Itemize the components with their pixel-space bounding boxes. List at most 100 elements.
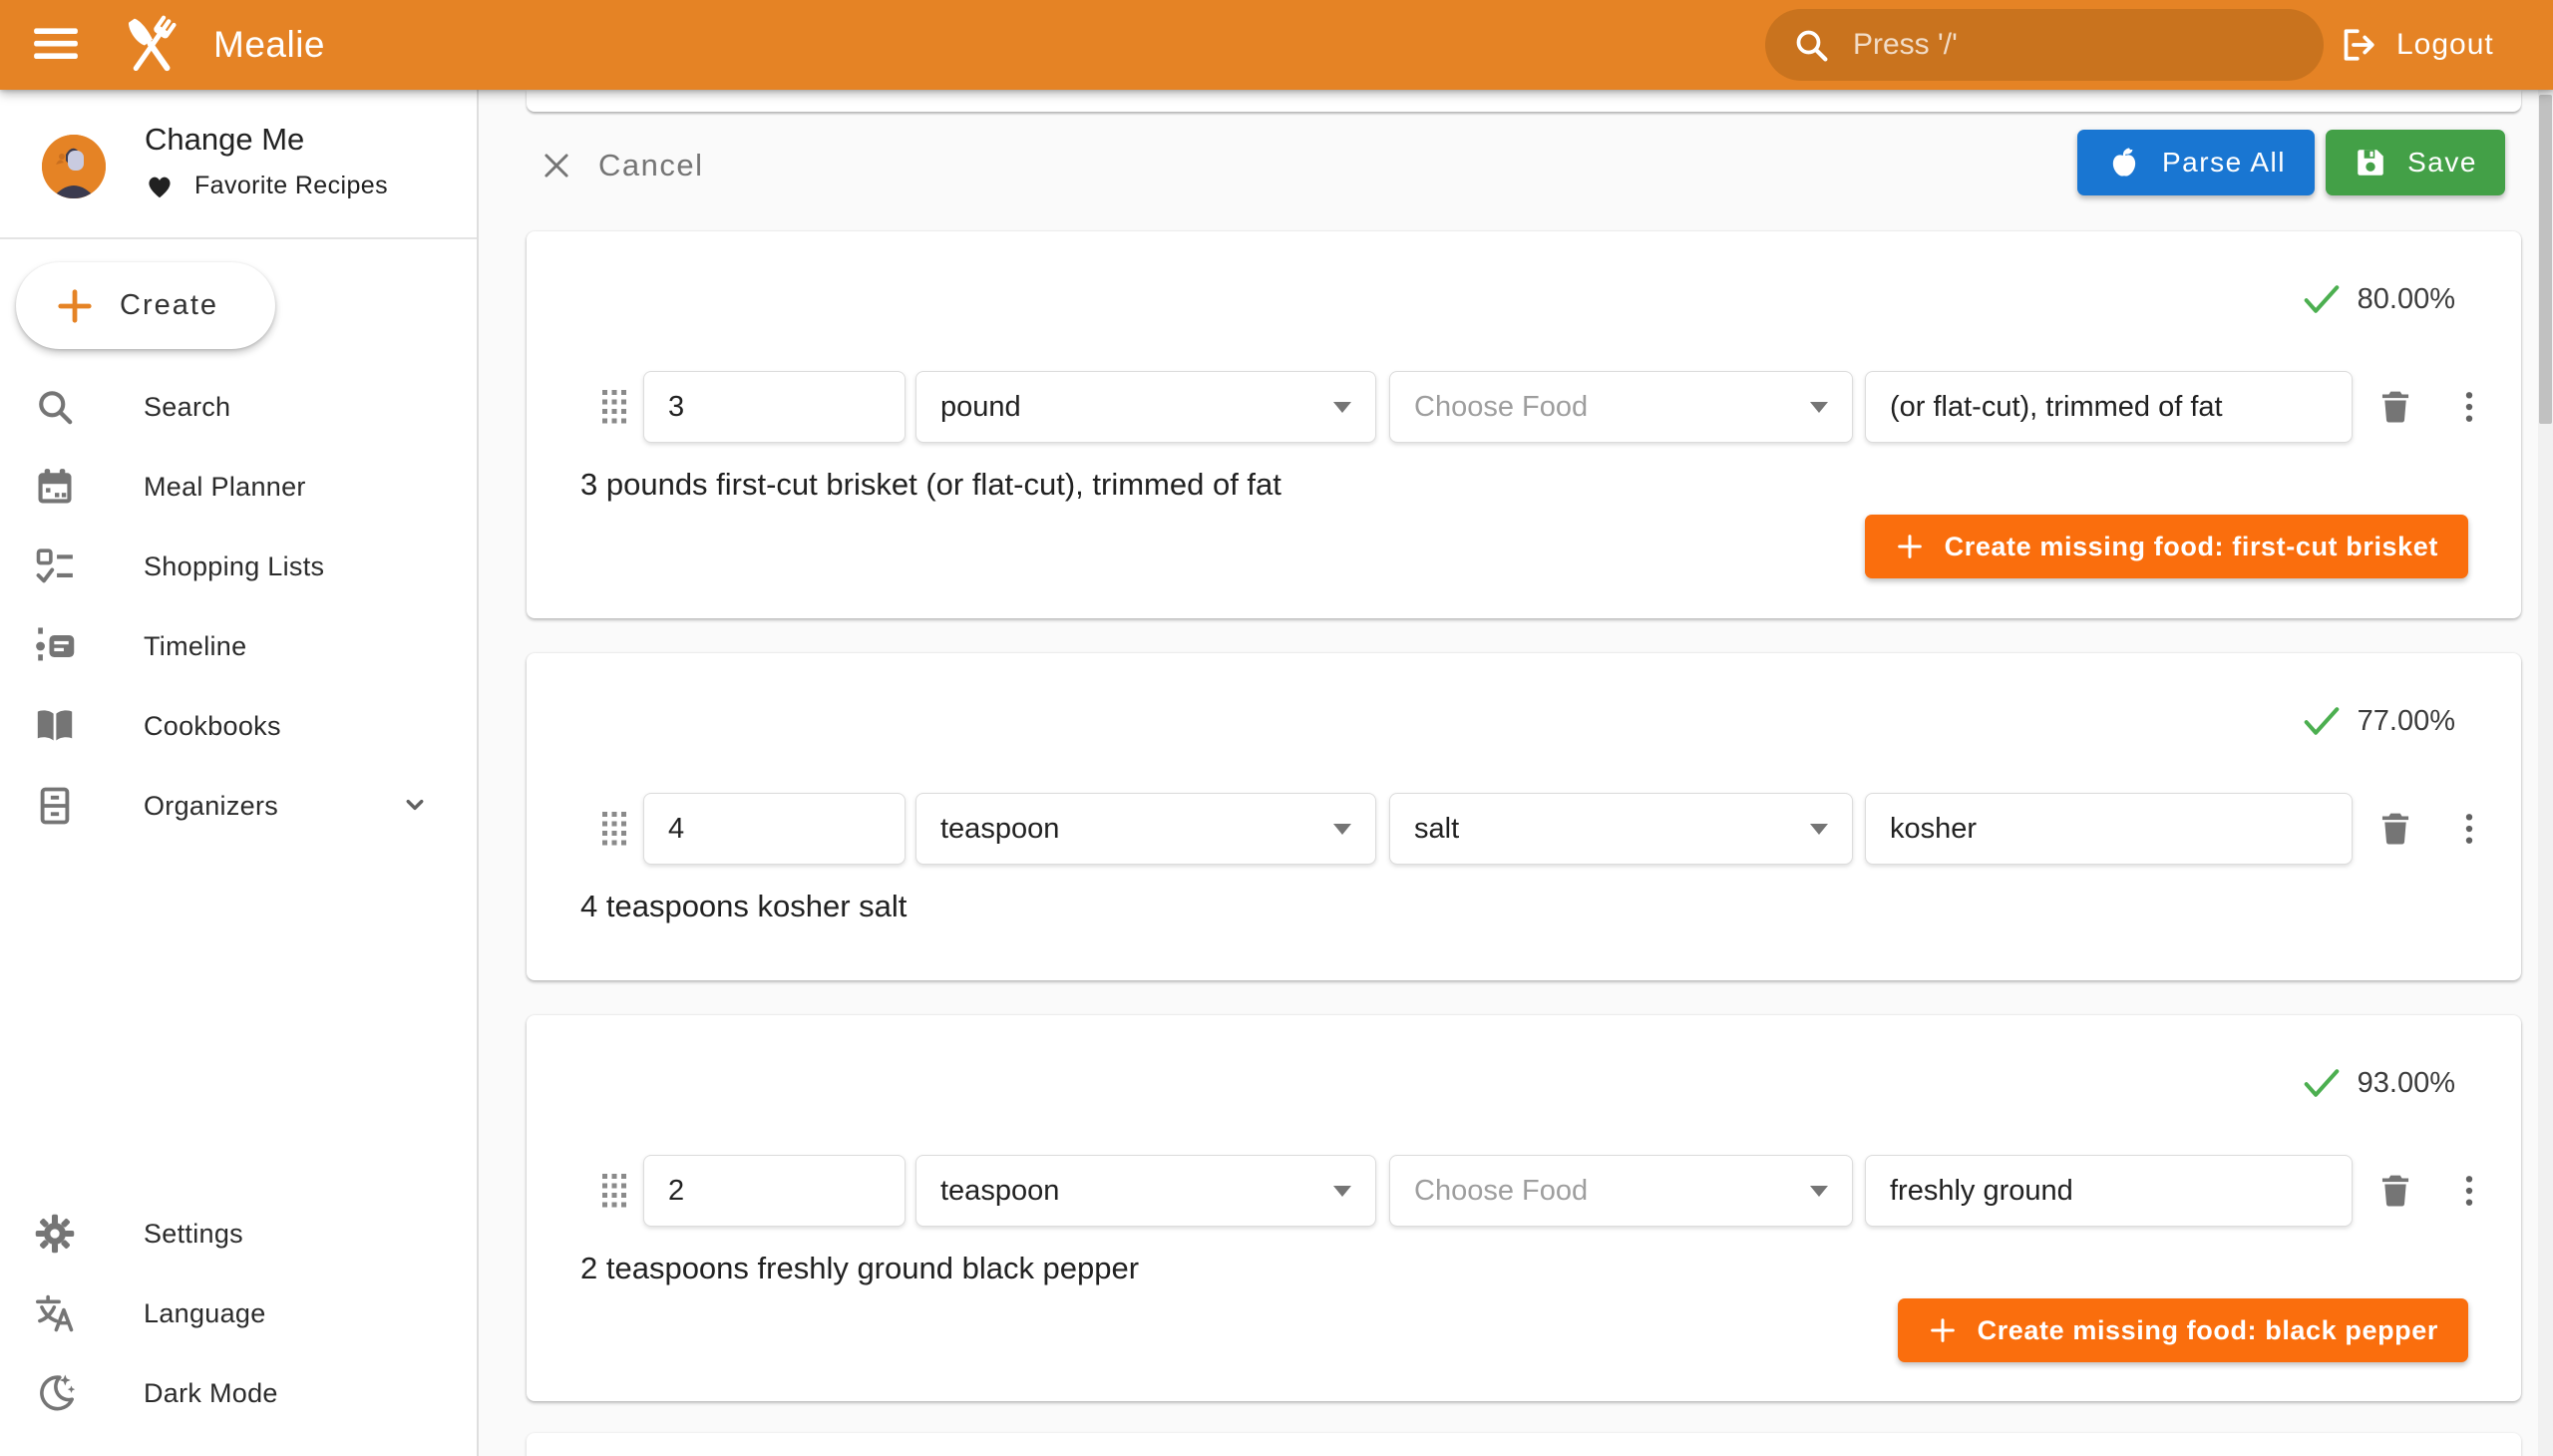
global-search[interactable] — [1765, 9, 2324, 81]
save-label: Save — [2407, 147, 2477, 179]
mealie-logo-icon — [112, 6, 191, 86]
food-placeholder: Choose Food — [1414, 1175, 1588, 1208]
ingredient-menu-button[interactable] — [2449, 371, 2489, 443]
original-ingredient-text: 4 teaspoons kosher salt — [580, 889, 907, 924]
sidebar-item-cookbooks[interactable]: Cookbooks — [0, 686, 477, 766]
ingredient-menu-button[interactable] — [2449, 1155, 2489, 1227]
sidebar-item-organizers[interactable]: Organizers — [0, 766, 477, 846]
create-missing-food-button[interactable]: Create missing food: first-cut brisket — [1865, 515, 2468, 578]
logout-icon — [2339, 25, 2378, 65]
moon-icon — [32, 1370, 78, 1416]
parse-all-button[interactable]: Parse All — [2077, 130, 2315, 195]
original-ingredient-text: 3 pounds first-cut brisket (or flat-cut)… — [580, 467, 1281, 503]
drag-handle[interactable] — [592, 793, 636, 865]
quantity-input[interactable] — [668, 391, 881, 424]
trash-icon — [2376, 1172, 2414, 1210]
drag-handle[interactable] — [592, 1155, 636, 1227]
save-button[interactable]: Save — [2326, 130, 2505, 195]
confidence-row: 80.00% — [2302, 281, 2455, 317]
note-field[interactable] — [1865, 793, 2353, 865]
close-icon — [539, 148, 574, 183]
sidebar-item-dark-mode[interactable]: Dark Mode — [0, 1353, 477, 1433]
quantity-field[interactable] — [643, 371, 906, 443]
unit-value: teaspoon — [940, 1175, 1059, 1208]
logout-button[interactable]: Logout — [2339, 15, 2494, 75]
global-search-input[interactable] — [1853, 28, 2272, 62]
confidence-value: 77.00% — [2358, 705, 2455, 738]
note-input[interactable] — [1890, 813, 2328, 846]
quantity-field[interactable] — [643, 1155, 906, 1227]
confidence-value: 80.00% — [2358, 283, 2455, 316]
save-icon — [2354, 146, 2387, 180]
food-select[interactable]: Choose Food — [1389, 1155, 1853, 1227]
sidebar-item-search[interactable]: Search — [0, 367, 477, 447]
drag-handle[interactable] — [592, 371, 636, 443]
sidebar-item-shopping-lists[interactable]: Shopping Lists — [0, 527, 477, 606]
sidebar-item-label: Language — [144, 1298, 266, 1329]
note-field[interactable] — [1865, 371, 2353, 443]
drag-dots-icon — [599, 388, 629, 426]
delete-ingredient-button[interactable] — [2373, 793, 2417, 865]
main-content: Cancel Parse All Save 80.00% — [479, 90, 2553, 1456]
create-label: Create — [120, 289, 218, 322]
logout-label: Logout — [2396, 28, 2494, 62]
calendar-icon — [32, 464, 78, 510]
sidebar-item-label: Meal Planner — [144, 472, 306, 503]
create-missing-food-button[interactable]: Create missing food: black pepper — [1898, 1298, 2468, 1362]
note-input[interactable] — [1890, 1175, 2328, 1208]
translate-icon — [32, 1290, 78, 1336]
food-select[interactable]: Choose Food — [1389, 371, 1853, 443]
partial-card-above — [527, 90, 2521, 112]
page-scrollbar[interactable] — [2538, 90, 2553, 1456]
cancel-label: Cancel — [598, 148, 704, 183]
scrollbar-thumb[interactable] — [2539, 95, 2552, 424]
kebab-icon — [2452, 387, 2486, 427]
note-input[interactable] — [1890, 391, 2328, 424]
create-button[interactable]: Create — [16, 262, 275, 349]
unit-select[interactable]: pound — [915, 371, 1376, 443]
unit-select[interactable]: teaspoon — [915, 1155, 1376, 1227]
delete-ingredient-button[interactable] — [2373, 1155, 2417, 1227]
menu-button[interactable] — [28, 20, 84, 70]
sidebar-item-settings[interactable]: Settings — [0, 1194, 477, 1274]
sidebar-item-label: Dark Mode — [144, 1378, 278, 1409]
ingredient-fields: teaspoon salt — [527, 793, 2521, 865]
ingredient-fields: pound Choose Food — [527, 371, 2521, 443]
confidence-row: 93.00% — [2302, 1065, 2455, 1101]
dropdown-caret-icon — [1333, 824, 1351, 835]
unit-select[interactable]: teaspoon — [915, 793, 1376, 865]
checklist-icon — [32, 544, 78, 589]
user-name: Change Me — [145, 122, 304, 158]
food-value: salt — [1414, 813, 1459, 846]
unit-value: teaspoon — [940, 813, 1059, 846]
cabinet-icon — [32, 783, 78, 829]
plus-icon — [1895, 532, 1925, 561]
cancel-button[interactable]: Cancel — [539, 138, 704, 193]
note-field[interactable] — [1865, 1155, 2353, 1227]
avatar[interactable] — [42, 135, 106, 198]
dropdown-caret-icon — [1333, 402, 1351, 413]
sidebar-item-meal-planner[interactable]: Meal Planner — [0, 447, 477, 527]
quantity-field[interactable] — [643, 793, 906, 865]
food-select[interactable]: salt — [1389, 793, 1853, 865]
sidebar-item-label: Organizers — [144, 791, 278, 822]
sidebar-item-timeline[interactable]: Timeline — [0, 606, 477, 686]
quantity-input[interactable] — [668, 1175, 881, 1208]
gear-icon — [32, 1211, 78, 1257]
quantity-input[interactable] — [668, 813, 881, 846]
sidebar-item-language[interactable]: Language — [0, 1274, 477, 1353]
apple-icon — [2106, 145, 2142, 181]
ingredient-menu-button[interactable] — [2449, 793, 2489, 865]
sidebar-item-label: Search — [144, 392, 230, 423]
drag-dots-icon — [599, 810, 629, 848]
app-title: Mealie — [213, 24, 325, 66]
original-ingredient-text: 2 teaspoons freshly ground black pepper — [580, 1251, 1139, 1286]
sidebar-divider — [0, 237, 477, 239]
favorite-recipes-label: Favorite Recipes — [194, 172, 388, 200]
ingredient-card: 77.00% teaspoon — [527, 653, 2521, 980]
confidence-value: 93.00% — [2358, 1067, 2455, 1100]
create-missing-food-label: Create missing food: black pepper — [1978, 1315, 2438, 1346]
ingredient-card: 93.00% teaspoon — [527, 1015, 2521, 1401]
delete-ingredient-button[interactable] — [2373, 371, 2417, 443]
favorite-recipes-link[interactable]: Favorite Recipes — [145, 172, 388, 200]
